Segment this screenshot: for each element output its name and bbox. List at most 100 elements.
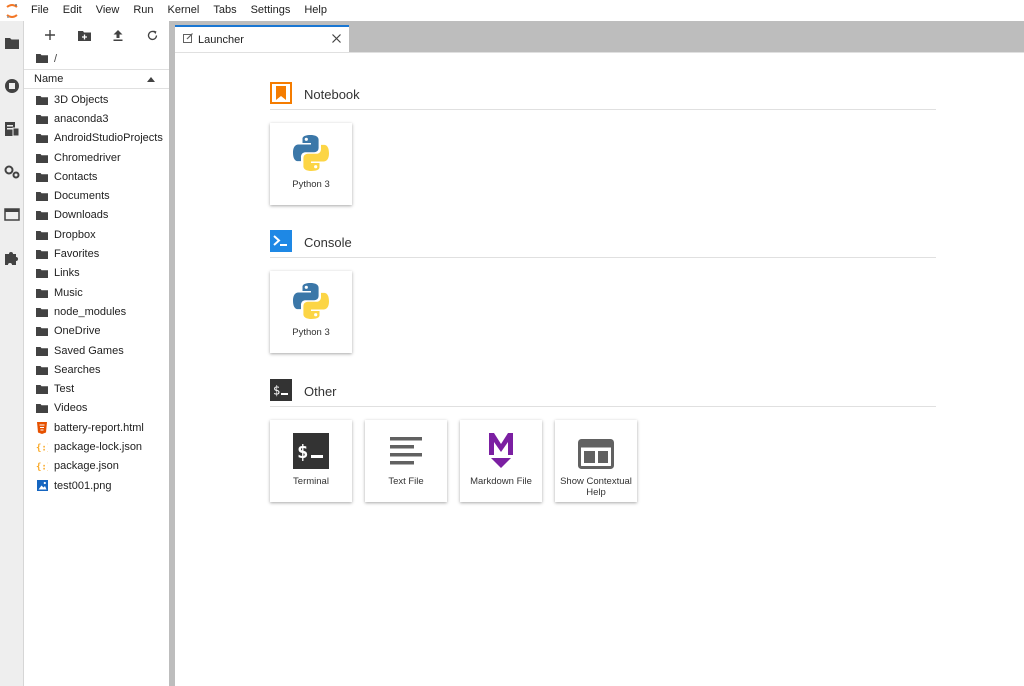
file-name: package.json [54,460,119,473]
card-label: Python 3 [292,327,330,338]
folder-icon [36,248,48,260]
terminal-dollar-icon: $ [270,379,292,404]
list-item[interactable]: Searches [24,360,169,379]
text-file-lines-icon [365,420,447,473]
file-browser-toolbar [24,21,169,49]
list-item[interactable]: Contacts [24,167,169,186]
menu-file[interactable]: File [24,0,56,21]
terminal-card[interactable]: $ Terminal [270,420,352,502]
list-item[interactable]: AndroidStudioProjects [24,129,169,148]
folder-icon [36,383,48,395]
section-title: Other [304,384,337,399]
menu-help[interactable]: Help [297,0,334,21]
menu-edit[interactable]: Edit [56,0,89,21]
card-label: Text File [388,476,424,487]
folder-icon [36,171,48,183]
file-name: test001.png [54,479,112,492]
list-item[interactable]: OneDrive [24,322,169,341]
menu-kernel[interactable]: Kernel [161,0,207,21]
open-tabs-icon[interactable] [0,193,24,236]
command-palette-icon[interactable] [0,107,24,150]
breadcrumb: / [24,49,169,69]
menu-settings[interactable]: Settings [244,0,298,21]
new-launcher-plus-icon[interactable] [33,21,67,49]
running-sessions-icon[interactable] [0,64,24,107]
file-browser-panel: / Name 3D Objects anaconda3 AndroidStudi… [24,21,169,686]
property-inspector-gears-icon[interactable] [0,150,24,193]
notebook-python3-card[interactable]: Python 3 [270,123,352,205]
markdown-file-card[interactable]: Markdown File [460,420,542,502]
file-list-header[interactable]: Name [24,69,169,89]
svg-text:$: $ [297,441,308,463]
section-title: Notebook [304,87,360,102]
refresh-icon[interactable] [135,21,169,49]
close-icon[interactable] [332,33,341,46]
list-item[interactable]: test001.png [24,476,169,495]
file-list: 3D Objects anaconda3 AndroidStudioProjec… [24,89,169,495]
file-name: Searches [54,363,101,376]
list-item[interactable]: {:} package-lock.json [24,437,169,456]
list-item[interactable]: Test [24,379,169,398]
contextual-help-card[interactable]: Show Contextual Help [555,420,637,502]
html5-file-icon [36,421,48,434]
extensions-puzzle-icon[interactable] [0,236,24,279]
folder-icon [36,325,48,337]
activity-bar [0,21,24,686]
file-name: Downloads [54,209,109,222]
file-name: package-lock.json [54,440,143,453]
svg-text:$: $ [273,384,280,398]
list-item[interactable]: node_modules [24,302,169,321]
list-item[interactable]: anaconda3 [24,109,169,128]
list-item[interactable]: Chromedriver [24,148,169,167]
list-item[interactable]: 3D Objects [24,90,169,109]
list-item[interactable]: Links [24,264,169,283]
file-name: Documents [54,190,110,203]
list-item[interactable]: Favorites [24,244,169,263]
sort-caret-up-icon[interactable] [147,73,155,85]
home-folder-icon[interactable] [36,53,48,66]
list-item[interactable]: Dropbox [24,225,169,244]
section-header: $ Other [270,379,936,407]
launcher-section-console: Console Python 3 [270,230,936,353]
jupyter-logo-icon [0,0,24,21]
console-prompt-icon [270,230,292,255]
file-name: battery-report.html [54,421,144,434]
list-item[interactable]: battery-report.html [24,418,169,437]
file-name: OneDrive [54,325,101,338]
folder-icon [36,132,48,144]
menu-bar: File Edit View Run Kernel Tabs Settings … [0,0,1024,21]
file-name: Music [54,286,83,299]
file-name: node_modules [54,305,127,318]
list-item[interactable]: Music [24,283,169,302]
breadcrumb-root[interactable]: / [54,53,57,65]
file-name: Favorites [54,248,100,261]
launcher-section-other: $ Other $ Terminal Text File Markdown Fi… [270,379,936,502]
list-item[interactable]: Saved Games [24,341,169,360]
upload-icon[interactable] [101,21,135,49]
new-folder-icon[interactable] [67,21,101,49]
tab-launcher[interactable]: Launcher [175,25,349,52]
list-item[interactable]: {:} package.json [24,457,169,476]
section-title: Console [304,235,352,250]
menu-view[interactable]: View [89,0,127,21]
menu-run[interactable]: Run [126,0,160,21]
svg-text:{:}: {:} [36,443,48,452]
file-name: 3D Objects [54,93,109,106]
folder-icon [36,345,48,357]
list-item[interactable]: Videos [24,399,169,418]
menu-tabs[interactable]: Tabs [206,0,243,21]
file-browser-folder-icon[interactable] [0,21,24,64]
list-item[interactable]: Documents [24,186,169,205]
file-name: Test [54,383,75,396]
name-column-header[interactable]: Name [34,73,63,85]
text-file-card[interactable]: Text File [365,420,447,502]
section-header: Notebook [270,82,936,110]
card-label: Python 3 [292,179,330,190]
launcher-section-notebook: Notebook Python 3 [270,82,936,205]
markdown-m-icon [460,420,542,473]
folder-icon [36,209,48,221]
list-item[interactable]: Downloads [24,206,169,225]
file-name: Videos [54,402,88,415]
console-python3-card[interactable]: Python 3 [270,271,352,353]
tab-bar: Launcher [175,21,1024,52]
